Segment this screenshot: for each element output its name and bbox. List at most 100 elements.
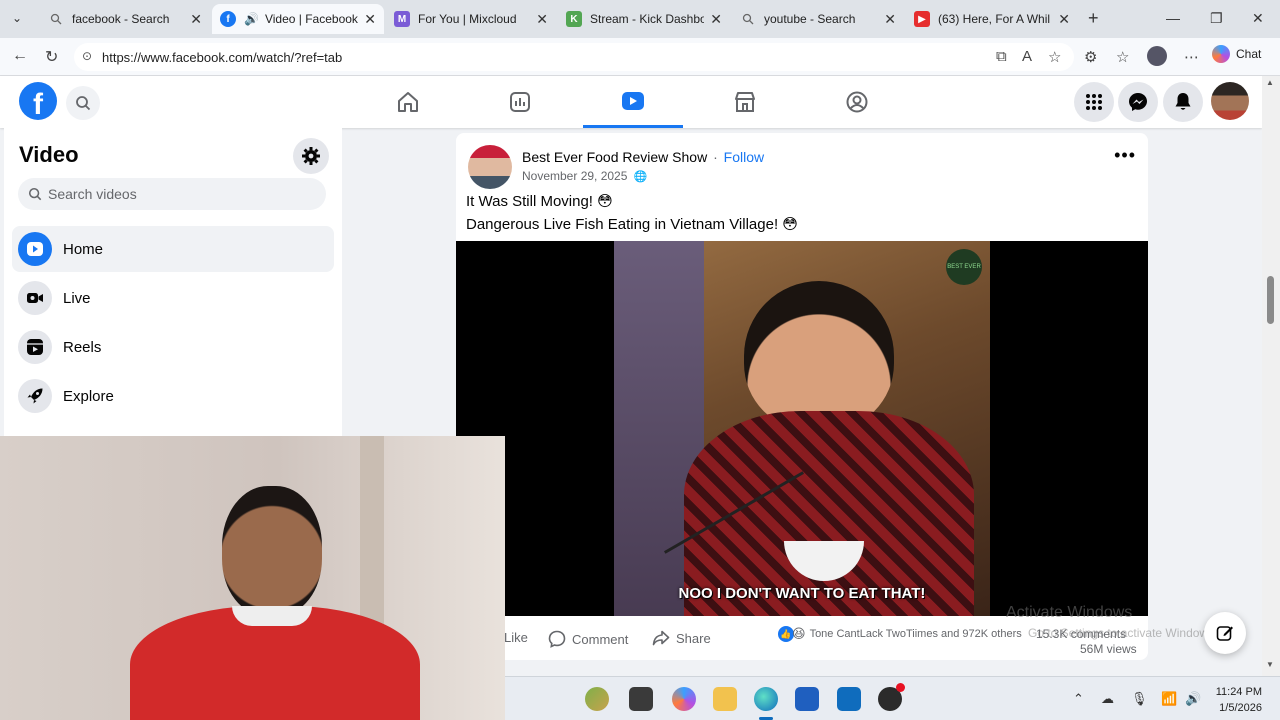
facebook-logo-icon[interactable]: f [19,82,57,120]
reels-icon [18,330,52,364]
search-placeholder: Search videos [48,186,137,202]
widgets-icon[interactable] [585,687,609,711]
share-button[interactable]: Share [652,630,711,646]
more-options-icon[interactable]: ••• [1114,145,1136,166]
site-info-icon[interactable]: ⊙ [82,49,92,63]
activate-windows-title: Activate Windows [1006,604,1133,621]
task-view-icon[interactable] [629,687,653,711]
outlook-icon[interactable] [837,687,861,711]
follow-button[interactable]: Follow [724,149,764,165]
nav-video[interactable] [583,76,683,128]
url-field[interactable]: ⊙ https://www.facebook.com/watch/?ref=ta… [74,43,1074,71]
clock-date: 1/5/2026 [1219,702,1262,714]
speaker-icon[interactable]: 🔊 [244,12,259,26]
page-name-link[interactable]: Best Ever Food Review Show [522,149,707,165]
new-tab-button[interactable]: + [1088,8,1099,29]
scrollbar-thumb[interactable] [1267,276,1274,324]
chart-board-icon [510,92,530,112]
copilot-app-icon[interactable] [672,687,696,711]
live-camera-icon [18,281,52,315]
comment-button[interactable]: Comment [548,630,628,648]
edge-browser-icon[interactable] [754,687,778,711]
scroll-up-arrow-icon[interactable]: ▲ [1266,78,1274,87]
nav-marketplace[interactable] [695,76,795,128]
settings-button[interactable] [293,138,329,174]
youtube-icon: ▶ [914,11,930,27]
microphone-icon[interactable]: 🎙 [1131,691,1148,707]
comment-label: Comment [572,631,629,647]
favorites-icon[interactable]: ☆ [1116,48,1129,66]
profile-avatar[interactable] [1147,46,1167,66]
facebook-search-button[interactable] [66,86,100,120]
messenger-button[interactable] [1118,82,1158,122]
sidebar-item-label: Home [63,240,104,258]
tray-overflow-chevron-icon[interactable]: ⌃ [1073,691,1084,707]
rocket-icon [18,379,52,413]
globe-icon: 🌐 [633,171,648,183]
close-tab-icon[interactable]: ✕ [710,11,722,28]
favorite-star-icon[interactable]: ☆ [1048,48,1061,66]
tab-video-facebook[interactable]: f 🔊 Video | Facebook ✕ [212,4,384,34]
page-scrollbar[interactable]: ▲ ▼ [1262,76,1280,676]
post-date[interactable]: November 29, 2025 [522,169,627,183]
more-menu-icon[interactable]: ⋯ [1184,48,1199,66]
tab-youtube-search[interactable]: youtube - Search ✕ [732,4,904,34]
nav-gaming[interactable] [807,76,907,128]
copilot-icon [1212,45,1230,63]
sidebar-item-live[interactable]: Live [12,275,334,321]
sidebar-item-reels[interactable]: Reels [12,324,334,370]
close-tab-icon[interactable]: ✕ [190,11,202,28]
like-button[interactable]: Like [504,630,528,645]
tab-kick-dashboard[interactable]: K Stream - Kick Dashboard ✕ [558,4,730,34]
onedrive-icon[interactable]: ☁ [1101,691,1114,707]
search-icon [48,11,64,27]
taskbar-clock[interactable]: 11:24 PM 1/5/2026 [1216,684,1262,716]
profile-circle-icon [846,91,868,113]
volume-icon[interactable]: 🔊 [1185,691,1201,707]
account-avatar[interactable] [1211,82,1249,120]
page-avatar[interactable] [468,145,512,189]
refresh-icon[interactable]: ↻ [45,47,58,67]
close-tab-icon[interactable]: ✕ [884,11,896,28]
nav-groups[interactable] [470,76,570,128]
sidebar-item-label: Explore [63,387,114,405]
reactions-text: Tone CantLack TwoTiimes and 972K others [809,628,1022,640]
file-explorer-icon[interactable] [713,687,737,711]
nav-home[interactable] [358,76,458,128]
reactions-summary[interactable]: 👍 😆 Tone CantLack TwoTiimes and 972K oth… [778,626,1022,642]
video-player[interactable]: BEST EVER NOO I DON'T WANT TO EAT THAT! [456,241,1148,616]
gear-icon [302,147,320,165]
close-tab-icon[interactable]: ✕ [364,11,376,28]
video-caption: NOO I DON'T WANT TO EAT THAT! [678,585,926,602]
search-videos-input[interactable]: Search videos [18,178,326,210]
sidebar-item-explore[interactable]: Explore [12,373,334,419]
tab-list-dropdown-icon[interactable]: ⌄ [12,11,22,25]
new-message-button[interactable] [1204,612,1246,654]
open-in-app-icon[interactable]: ⧉ [996,48,1007,65]
minimize-button[interactable]: — [1166,10,1180,26]
extensions-icon[interactable]: ⚙ [1084,48,1097,66]
tab-facebook-search[interactable]: facebook - Search ✕ [40,4,210,34]
wifi-icon[interactable]: 📶 [1161,691,1177,707]
sidebar-item-home[interactable]: Home [12,226,334,272]
close-window-button[interactable]: ✕ [1252,10,1264,27]
share-label: Share [676,630,711,646]
close-tab-icon[interactable]: ✕ [536,11,548,28]
video-frame: BEST EVER NOO I DON'T WANT TO EAT THAT! [614,241,990,616]
browser-tab-strip: ⌄ facebook - Search ✕ f 🔊 Video | Facebo… [0,0,1280,38]
back-arrow-icon[interactable]: ← [12,47,28,65]
chat-label: Chat [1236,47,1262,61]
webcam-overlay [0,436,505,720]
copilot-chat-button[interactable]: Chat [1212,45,1261,63]
post-header-line: Best Ever Food Review Show · Follow [522,149,764,165]
close-tab-icon[interactable]: ✕ [1058,11,1070,28]
notifications-button[interactable] [1163,82,1203,122]
store-icon[interactable] [795,687,819,711]
maximize-button[interactable]: ❐ [1210,10,1223,27]
tab-mixcloud[interactable]: M For You | Mixcloud ✕ [386,4,556,34]
tab-title: youtube - Search [764,12,856,26]
menu-grid-button[interactable] [1074,82,1114,122]
tab-youtube-video[interactable]: ▶ (63) Here, For A Whil (p ✕ [906,4,1078,34]
read-aloud-icon[interactable]: A [1022,48,1032,65]
scroll-down-arrow-icon[interactable]: ▼ [1266,660,1274,669]
